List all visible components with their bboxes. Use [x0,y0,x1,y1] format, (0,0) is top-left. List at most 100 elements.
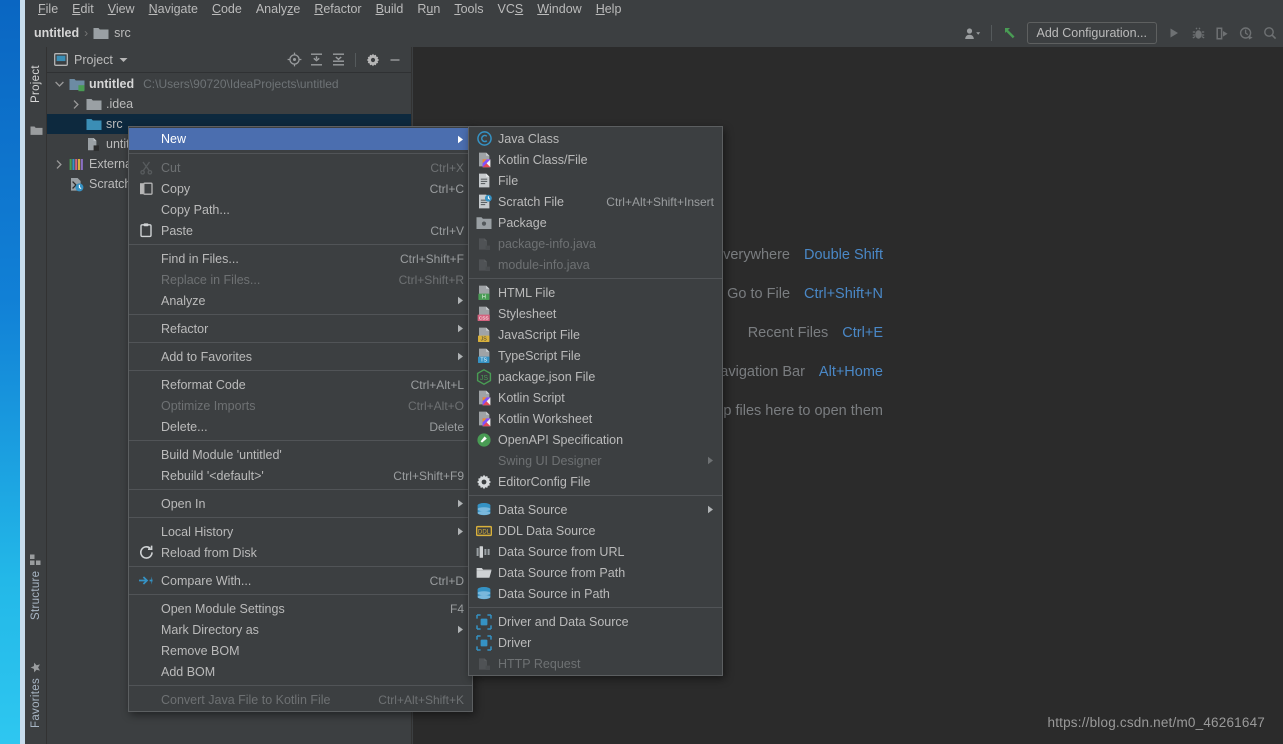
run-with-coverage-icon[interactable] [1211,22,1233,44]
menu-separator [129,244,472,245]
settings-gear-icon[interactable] [363,50,382,69]
editor-hint-text: Navigation Bar [709,364,805,380]
libraries-icon [69,157,85,172]
submenu-arrow-icon [454,625,464,634]
menu-item-reformat-code[interactable]: Reformat Code Ctrl+Alt+L [129,374,472,395]
menubar-item-edit[interactable]: Edit [65,0,101,19]
chevron-right-icon[interactable] [70,99,82,109]
new-item-data-source-from-url[interactable]: Data Source from URL [469,541,722,562]
chevron-down-icon[interactable] [53,81,65,87]
menu-item-build-module-untitled[interactable]: Build Module 'untitled' [129,444,472,465]
new-item-typescript-file[interactable]: TS TypeScript File [469,345,722,366]
new-item-kotlin-script[interactable]: Kotlin Script [469,387,722,408]
search-everywhere-icon[interactable] [1259,22,1281,44]
select-opened-file-icon[interactable] [285,50,304,69]
menubar-item-window[interactable]: Window [530,0,588,19]
menubar-item-refactor[interactable]: Refactor [307,0,368,19]
collapse-all-icon[interactable] [329,50,348,69]
menu-item-compare-with[interactable]: Compare With... Ctrl+D [129,570,472,591]
menu-item-add-to-favorites[interactable]: Add to Favorites [129,346,472,367]
new-item-java-class[interactable]: Java Class [469,128,722,149]
menu-item-open-in[interactable]: Open In [129,493,472,514]
menubar-item-vcs[interactable]: VCS [491,0,531,19]
new-item-ddl-data-source[interactable]: DDL DDL Data Source [469,520,722,541]
ds-url-icon [473,544,495,560]
menu-item-label: Cut [161,160,181,175]
tool-tab-structure[interactable]: Structure [25,548,47,626]
tool-tab-project[interactable]: Project [25,49,47,119]
menubar-item-analyze[interactable]: Analyze [249,0,307,19]
editor-hint-text: Recent Files [747,325,829,341]
project-panel-title[interactable]: Project [51,53,128,67]
tool-tab-favorites[interactable]: Favorites [25,656,47,734]
menu-item-new[interactable]: New [129,128,472,150]
hide-icon[interactable] [385,50,404,69]
debug-icon[interactable] [1187,22,1209,44]
new-item-driver[interactable]: Driver [469,632,722,653]
new-item-openapi-specification[interactable]: OpenAPI Specification [469,429,722,450]
menubar-item-help[interactable]: Help [589,0,629,19]
expand-all-icon[interactable] [307,50,326,69]
project-context-menu[interactable]: New Cut Ctrl+X Copy Ctrl+C Copy Path... Paste C… [128,126,473,712]
profile-icon[interactable] [1235,22,1257,44]
new-item-kotlin-class-file[interactable]: Kotlin Class/File [469,149,722,170]
menu-item-copy[interactable]: Copy Ctrl+C [129,178,472,199]
menu-item-label: package-info.java [498,236,596,251]
menu-item-label: Reload from Disk [161,545,257,560]
submenu-arrow-icon [454,324,464,333]
new-item-package-json-file[interactable]: JS package.json File [469,366,722,387]
menubar-item-code[interactable]: Code [205,0,249,19]
new-submenu[interactable]: Java Class Kotlin Class/File File Scratch F… [468,126,723,676]
menu-item-delete[interactable]: Delete... Delete [129,416,472,437]
breadcrumb: untitled › src [25,21,135,45]
menu-item-shortcut: Ctrl+Shift+F9 [393,468,464,483]
new-item-editorconfig-file[interactable]: EditorConfig File [469,471,722,492]
menubar-item-build[interactable]: Build [369,0,411,19]
menu-item-label: DDL Data Source [498,523,596,538]
menu-item-find-in-files[interactable]: Find in Files... Ctrl+Shift+F [129,248,472,269]
tree-node-path: C:\Users\90720\IdeaProjects\untitled [143,77,339,91]
tree-node-untitled[interactable]: untitled C:\Users\90720\IdeaProjects\unti… [47,74,411,94]
menu-item-local-history[interactable]: Local History [129,521,472,542]
menu-item-add-bom[interactable]: Add BOM [129,661,472,682]
menu-item-paste[interactable]: Paste Ctrl+V [129,220,472,241]
new-item-data-source-from-path[interactable]: Data Source from Path [469,562,722,583]
menu-item-mark-directory-as[interactable]: Mark Directory as [129,619,472,640]
new-item-data-source[interactable]: Data Source [469,499,722,520]
user-account-icon[interactable] [962,22,984,44]
new-item-data-source-in-path[interactable]: Data Source in Path [469,583,722,604]
svg-text:JS: JS [480,374,489,381]
paste-icon [135,223,157,238]
new-item-html-file[interactable]: H HTML File [469,282,722,303]
breadcrumb-item-untitled[interactable]: untitled [30,24,83,42]
new-item-stylesheet[interactable]: CSS Stylesheet [469,303,722,324]
new-item-file[interactable]: File [469,170,722,191]
new-item-javascript-file[interactable]: JS JavaScript File [469,324,722,345]
new-item-scratch-file[interactable]: Scratch File Ctrl+Alt+Shift+Insert [469,191,722,212]
new-item-driver-and-data-source[interactable]: Driver and Data Source [469,611,722,632]
menu-item-analyze[interactable]: Analyze [129,290,472,311]
menubar-item-tools[interactable]: Tools [447,0,490,19]
menu-item-refactor[interactable]: Refactor [129,318,472,339]
menubar-item-file[interactable]: File [31,0,65,19]
menu-item-shortcut: Ctrl+Alt+Shift+K [378,692,464,707]
menu-item-label: Package [498,215,547,230]
menubar-item-run[interactable]: Run [410,0,447,19]
menu-item-open-module-settings[interactable]: Open Module Settings F4 [129,598,472,619]
chevron-down-icon[interactable] [119,57,128,63]
add-configuration-button[interactable]: Add Configuration... [1026,22,1157,44]
new-item-kotlin-worksheet[interactable]: Kotlin Worksheet [469,408,722,429]
svg-text:DDL: DDL [478,529,491,535]
menu-item-rebuild-default[interactable]: Rebuild '<default>' Ctrl+Shift+F9 [129,465,472,486]
breadcrumb-item-src[interactable]: src [89,24,135,43]
menubar-item-navigate[interactable]: Navigate [142,0,205,19]
tree-node-idea[interactable]: .idea [47,94,411,114]
update-project-icon[interactable] [999,22,1021,44]
run-icon[interactable] [1163,22,1185,44]
menu-item-reload-from-disk[interactable]: Reload from Disk [129,542,472,563]
menu-item-remove-bom[interactable]: Remove BOM [129,640,472,661]
menubar-item-view[interactable]: View [101,0,142,19]
menu-item-copy-path[interactable]: Copy Path... [129,199,472,220]
new-item-package[interactable]: Package [469,212,722,233]
chevron-right-icon[interactable] [53,159,65,169]
